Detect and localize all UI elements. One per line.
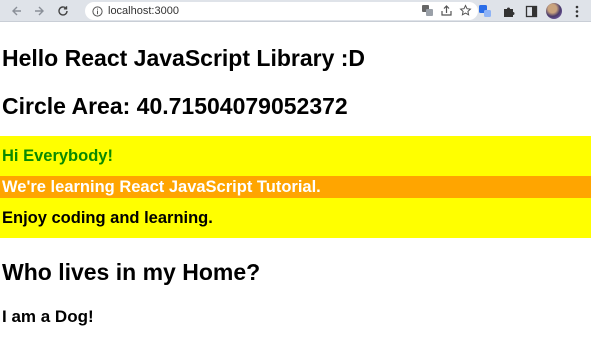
forward-arrow-icon[interactable]	[30, 2, 48, 20]
tutorial-banner: We're learning React JavaScript Tutorial…	[0, 176, 591, 198]
extensions-puzzle-icon[interactable]	[500, 2, 516, 20]
translate-extension-icon[interactable]	[477, 2, 493, 20]
back-arrow-icon[interactable]	[8, 2, 26, 20]
tutorial-text: We're learning React JavaScript Tutorial…	[2, 177, 321, 196]
translate-icon[interactable]	[421, 4, 434, 17]
page-title: Hello React JavaScript Library :D	[2, 45, 366, 71]
address-bar[interactable]: localhost:3000	[85, 2, 478, 20]
share-icon[interactable]	[440, 4, 453, 17]
profile-avatar[interactable]	[546, 2, 562, 20]
pet-text: I am a Dog!	[2, 307, 94, 326]
browser-menu-icon[interactable]	[569, 2, 585, 20]
bookmark-star-icon[interactable]	[459, 4, 472, 17]
greeting-text: Hi Everybody!	[2, 146, 113, 165]
home-heading: Who lives in my Home?	[2, 259, 261, 285]
enjoy-text: Enjoy coding and learning.	[2, 208, 213, 227]
browser-toolbar: localhost:3000	[0, 0, 591, 22]
greeting-banner: Hi Everybody!	[0, 136, 591, 176]
circle-area-heading: Circle Area: 40.71504079052372	[2, 93, 348, 119]
info-icon[interactable]	[92, 5, 103, 17]
enjoy-banner: Enjoy coding and learning.	[0, 198, 591, 238]
side-panel-icon[interactable]	[523, 2, 539, 20]
reload-icon[interactable]	[54, 2, 72, 20]
url-text[interactable]: localhost:3000	[108, 5, 179, 17]
page-content: Hello React JavaScript Library :D Circle…	[0, 23, 591, 340]
